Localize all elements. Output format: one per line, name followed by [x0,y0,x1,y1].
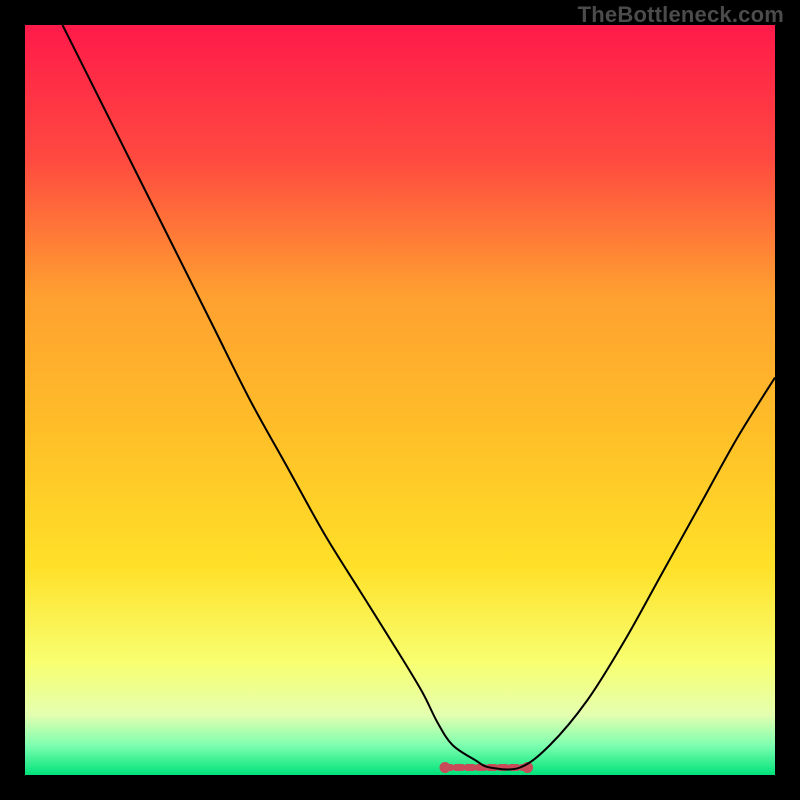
chart-outer-frame: TheBottleneck.com [0,0,800,800]
gradient-background [25,25,775,775]
chart-svg [25,25,775,775]
watermark-label: TheBottleneck.com [578,2,784,28]
plot-area [25,25,775,775]
